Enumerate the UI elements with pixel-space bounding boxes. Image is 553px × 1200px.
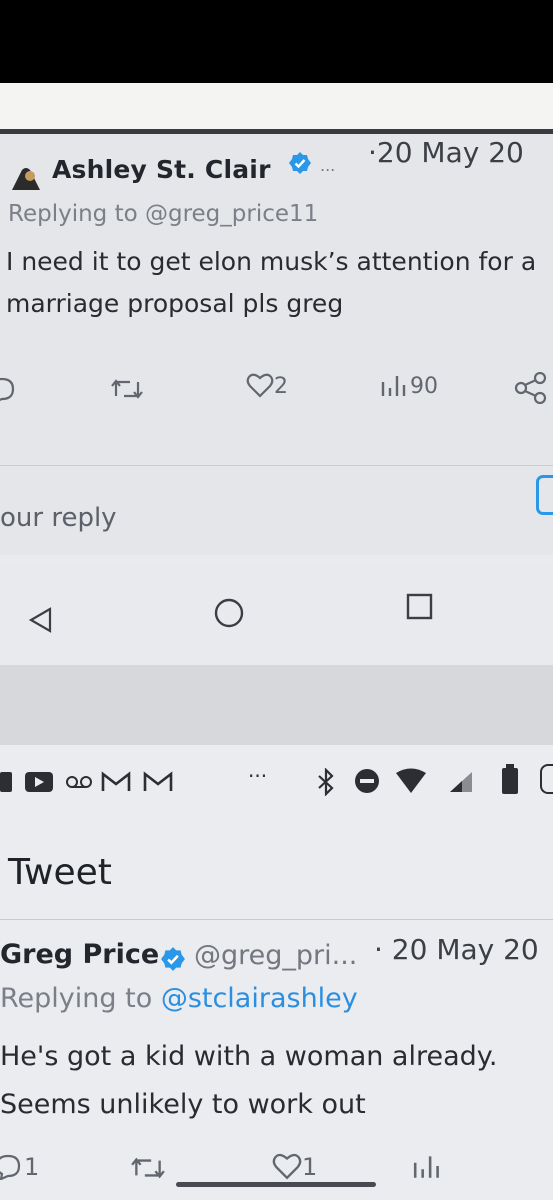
retweet-icon[interactable]	[110, 376, 144, 402]
author-handle[interactable]: @greg_pri...	[194, 940, 357, 971]
gmail-icon	[101, 771, 131, 791]
home-indicator[interactable]	[176, 1182, 376, 1187]
views-count: 90	[410, 374, 438, 399]
replying-to-text: Replying to @stclairashley	[0, 983, 358, 1014]
analytics-icon[interactable]	[412, 1152, 444, 1180]
battery-icon	[502, 764, 518, 794]
back-icon[interactable]	[28, 606, 54, 634]
tweet-text: I need it to get elon musk’s attention f…	[6, 247, 537, 318]
verified-badge-icon	[161, 947, 185, 971]
recents-icon[interactable]	[405, 592, 435, 622]
heart-icon	[246, 373, 274, 398]
share-icon[interactable]	[514, 372, 548, 404]
divider	[0, 919, 553, 920]
like-button[interactable]: 2	[246, 372, 288, 399]
divider	[0, 465, 553, 466]
like-count: 2	[274, 374, 288, 399]
reply-count: 1	[24, 1153, 40, 1181]
reply-input[interactable]: our reply	[0, 503, 117, 533]
gmail-icon-2	[143, 771, 173, 791]
like-button[interactable]: 1	[272, 1152, 317, 1181]
tweet-date: · 20 May 20	[374, 933, 539, 966]
status-bar: ···	[0, 758, 553, 804]
avatar-icon[interactable]	[8, 166, 44, 192]
bluetooth-icon	[318, 768, 334, 796]
notification-icon	[0, 772, 12, 792]
wifi-icon	[396, 768, 426, 793]
tweet-screen	[0, 745, 553, 1200]
android-nav-bar	[0, 566, 553, 666]
like-count: 1	[302, 1153, 318, 1181]
reply-button[interactable]: 1	[0, 1152, 39, 1181]
heart-icon	[272, 1153, 302, 1180]
tweet-text: He's got a kid with a woman already. See…	[0, 1041, 498, 1120]
analytics-icon	[381, 376, 406, 396]
background-gap	[0, 83, 553, 129]
tweet-actions: 2 90	[0, 370, 553, 404]
views-button[interactable]: 90	[380, 372, 438, 399]
edge-icon	[540, 764, 553, 794]
author-name[interactable]: Ashley St. Clair	[52, 155, 271, 184]
replying-mention-link[interactable]: @stclairashley	[161, 983, 358, 1014]
signal-icon	[450, 772, 472, 792]
more-options-icon[interactable]: ...	[320, 156, 335, 175]
replying-prefix: Replying to	[0, 983, 161, 1014]
card-top-edge	[0, 129, 553, 134]
reply-icon[interactable]	[0, 374, 16, 404]
verified-badge-icon	[289, 152, 311, 174]
tweet-card-ashley	[0, 129, 553, 555]
author-name[interactable]: Greg Price	[0, 939, 159, 970]
voicemail-icon	[66, 776, 92, 788]
replying-to-text: Replying to @greg_price11	[8, 201, 319, 227]
top-black-bar	[0, 0, 553, 83]
reply-icon	[0, 1154, 21, 1181]
media-upload-icon[interactable]	[536, 475, 553, 515]
tweet-date: ·20 May 20	[368, 136, 524, 169]
youtube-icon	[25, 772, 53, 792]
do-not-disturb-icon	[355, 769, 379, 793]
more-notifications-icon: ···	[248, 764, 268, 788]
page-title: Tweet	[8, 852, 112, 893]
retweet-icon[interactable]	[130, 1154, 166, 1182]
home-icon[interactable]	[212, 596, 246, 630]
